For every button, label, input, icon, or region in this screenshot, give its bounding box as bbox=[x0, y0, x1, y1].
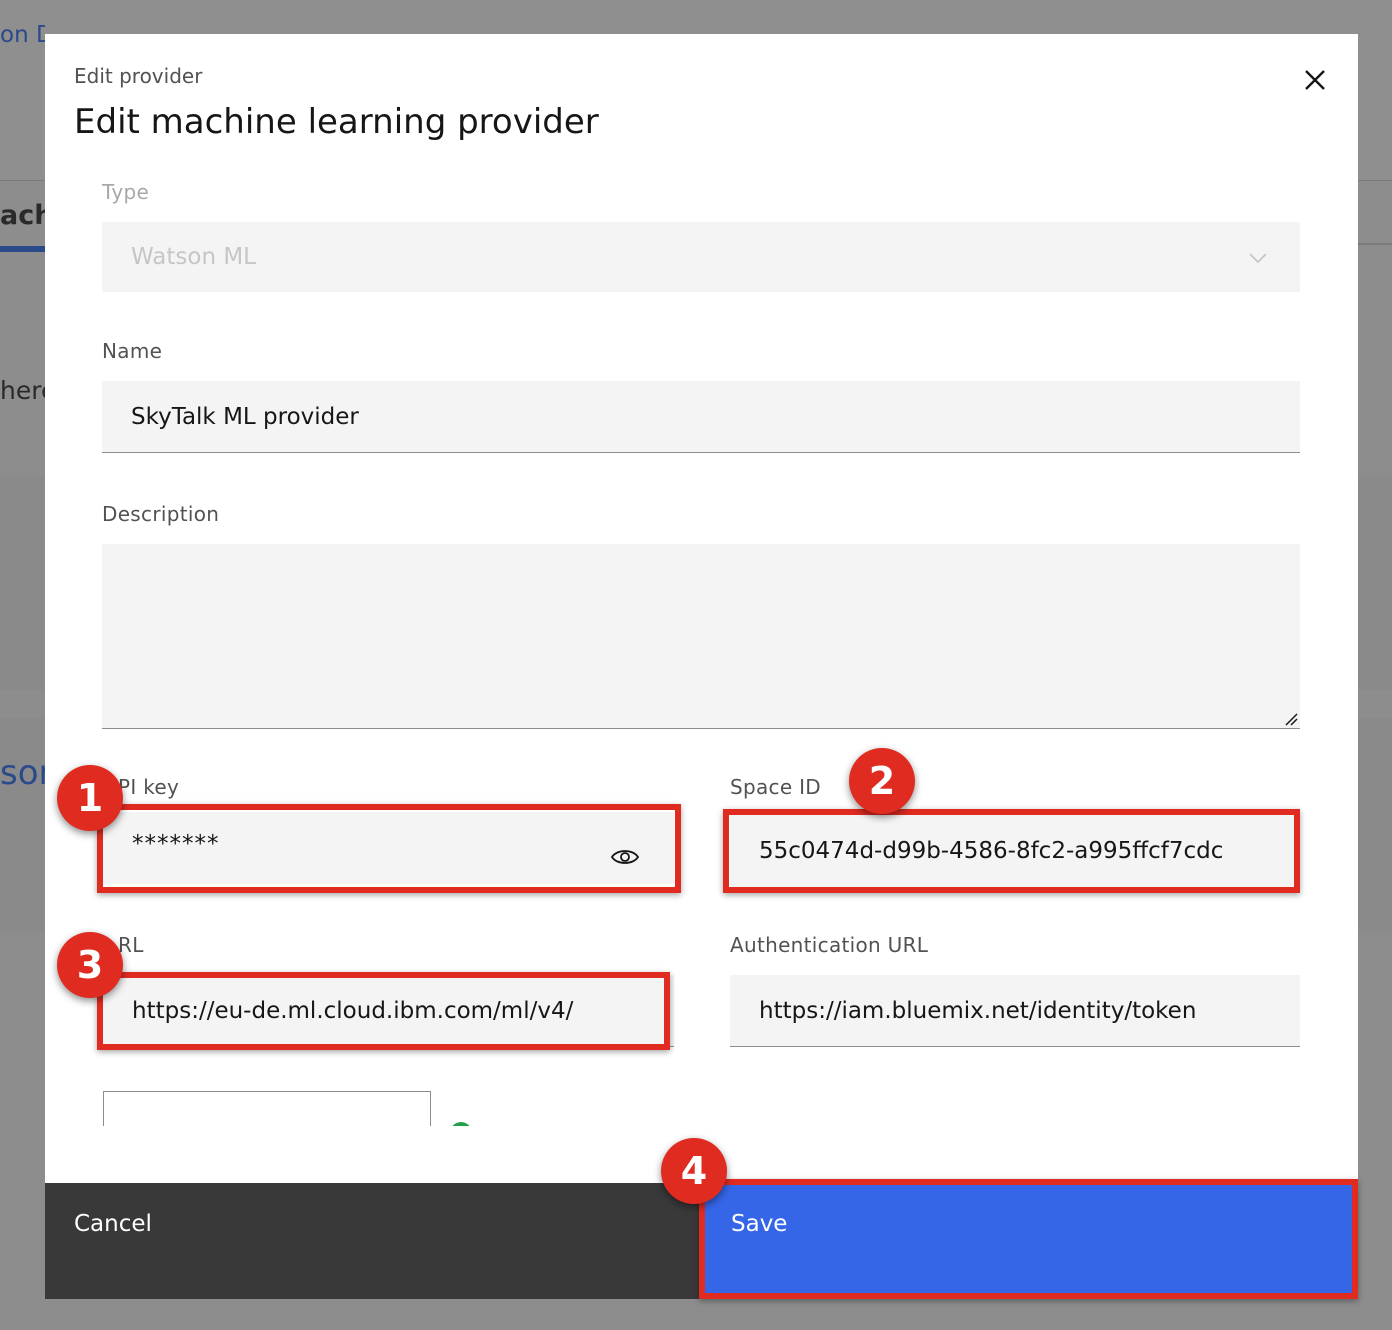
description-textarea[interactable] bbox=[102, 544, 1300, 729]
background-heading-fragment: son bbox=[0, 753, 45, 793]
background-text-fragment: here bbox=[0, 376, 45, 405]
name-label: Name bbox=[102, 339, 163, 363]
modal-label: Edit provider bbox=[74, 64, 203, 88]
resize-grip-icon[interactable] bbox=[1284, 712, 1298, 726]
highlight-box-url bbox=[97, 972, 670, 1050]
background-divider bbox=[1358, 243, 1392, 245]
auth-url-value: https://iam.bluemix.net/identity/token bbox=[759, 997, 1197, 1024]
name-value: SkyTalk ML provider bbox=[131, 403, 359, 430]
annotation-badge-2: 2 bbox=[849, 748, 915, 814]
background-tab-indicator bbox=[0, 246, 45, 252]
type-label: Type bbox=[102, 180, 150, 204]
annotation-badge-1: 1 bbox=[57, 765, 123, 831]
url-label: RL bbox=[118, 933, 144, 957]
cancel-button[interactable]: Cancel bbox=[45, 1183, 701, 1299]
highlight-box-space-id bbox=[723, 809, 1300, 893]
space-id-label: Space ID bbox=[730, 775, 822, 799]
background-link-fragment: on DS bbox=[0, 22, 45, 48]
description-label: Description bbox=[102, 502, 220, 526]
close-icon bbox=[1305, 70, 1325, 90]
type-select[interactable]: Watson ML bbox=[102, 222, 1300, 292]
auth-url-label: Authentication URL bbox=[730, 933, 929, 957]
name-input[interactable]: SkyTalk ML provider bbox=[102, 381, 1300, 453]
highlight-box-api-key bbox=[97, 804, 681, 893]
modal-heading: Edit machine learning provider bbox=[74, 102, 599, 142]
test-connection-button[interactable] bbox=[103, 1091, 431, 1131]
auth-url-input[interactable]: https://iam.bluemix.net/identity/token bbox=[730, 975, 1300, 1047]
type-value: Watson ML bbox=[131, 244, 256, 270]
edit-provider-modal: Edit provider Edit machine learning prov… bbox=[45, 34, 1358, 1299]
chevron-down-icon bbox=[1249, 253, 1267, 264]
cancel-label: Cancel bbox=[74, 1211, 152, 1237]
highlight-box-save bbox=[699, 1179, 1358, 1299]
api-key-label: PI key bbox=[118, 775, 180, 799]
annotation-badge-4: 4 bbox=[661, 1138, 727, 1204]
background-tab-fragment: ach bbox=[0, 200, 45, 231]
close-button[interactable] bbox=[1295, 60, 1335, 100]
annotation-badge-3: 3 bbox=[57, 932, 123, 998]
